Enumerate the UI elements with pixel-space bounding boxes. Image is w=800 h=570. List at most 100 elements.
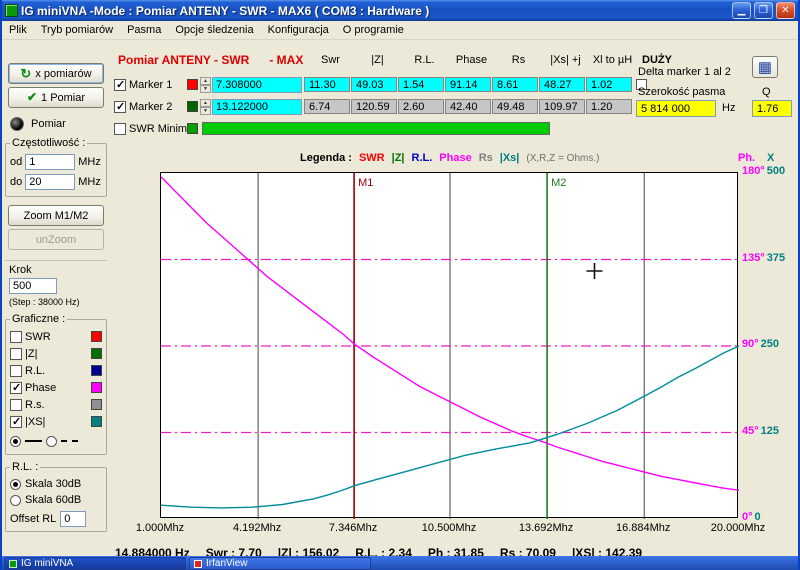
delta-calc-button[interactable]: ▦	[752, 56, 778, 78]
taskbar-item-igminivna[interactable]: IG miniVNA	[4, 557, 186, 570]
right-axis-x-header: X	[767, 152, 775, 164]
marker2-phase: 42.40	[445, 99, 491, 114]
zoom-m1-m2-button[interactable]: Zoom M1/M2	[8, 205, 104, 226]
status-z: |Z| : 156.02	[277, 546, 340, 556]
marker2-spinner[interactable]: ▲ ▼	[200, 98, 211, 115]
marker2-xs: 109.97	[539, 99, 585, 114]
legend-row: Legenda : SWR |Z| R.L. Phase Rs |Xs| (X,…	[110, 150, 798, 166]
cursor-crosshair	[586, 263, 603, 279]
rl-scale-60-option[interactable]: Skala 60dB	[10, 492, 102, 508]
xs-checkbox[interactable]	[10, 415, 22, 428]
minimize-button[interactable]: ▁	[732, 2, 751, 19]
solid-line-radio[interactable]	[10, 435, 21, 447]
x-axis-label: 20.000Mhz	[710, 522, 766, 534]
menu-tryb-pomiarow[interactable]: Tryb pomiarów	[34, 22, 120, 38]
step-input[interactable]	[9, 278, 57, 294]
led-knob-icon[interactable]	[10, 117, 24, 131]
freq-to-input[interactable]	[25, 174, 76, 190]
line-style-row	[10, 432, 102, 450]
right-axis-label: 180° 500	[742, 165, 786, 177]
graph-options-group: Graficzne : SWR |Z| R.L. ✓ Phase R.s. ✓ …	[5, 313, 107, 455]
plot-area[interactable]: M1 M2	[160, 172, 739, 519]
col-xl: Xl to µH	[592, 54, 633, 66]
legend-swr: SWR	[358, 152, 385, 164]
measure-label: Pomiar	[31, 118, 66, 130]
z-checkbox[interactable]	[10, 347, 22, 360]
graph-option-rs[interactable]: R.s.	[10, 396, 102, 413]
app-icon	[5, 4, 18, 17]
marker1-z: 49.03	[351, 77, 397, 92]
marker2-checkbox[interactable]	[114, 100, 126, 113]
menu-konfiguracja[interactable]: Konfiguracja	[261, 22, 336, 38]
swr-minimum-row: SWR Minimu	[114, 120, 550, 137]
marker-label-M1: M1	[358, 177, 373, 189]
marker1-row: Marker 1 ▲▼ 7.308000 11.30 49.03 1.54 91…	[114, 76, 650, 93]
marker2-frequency[interactable]: 13.122000	[212, 98, 302, 115]
close-button[interactable]: ✕	[776, 2, 795, 19]
freq-to-label: do	[10, 176, 23, 188]
marker1-label: Marker 1	[129, 78, 173, 91]
phase-checkbox[interactable]	[10, 381, 22, 394]
freq-from-input[interactable]	[25, 154, 76, 170]
legend-phase: Phase	[439, 152, 472, 164]
status-swr: Swr : 7.70	[205, 546, 262, 556]
menu-o-programie[interactable]: O programie	[336, 22, 411, 38]
marker1-swr: 11.30	[304, 77, 350, 92]
content-area: Pomiar ANTENY - SWR - MAX Swr |Z| R.L. P…	[110, 40, 798, 556]
marker1-spinner[interactable]: ▲ ▼	[200, 76, 211, 93]
swr-checkbox[interactable]	[10, 330, 22, 343]
rs-checkbox[interactable]	[10, 398, 22, 411]
scale-30db-radio[interactable]	[10, 478, 21, 490]
multi-measure-button[interactable]: ↻ x pomiarów	[8, 63, 104, 84]
dashed-line-radio[interactable]	[46, 435, 57, 447]
swr-minimum-checkbox[interactable]	[114, 122, 126, 135]
spin-up-icon[interactable]: ▲	[200, 98, 211, 107]
freq-from-label: od	[10, 156, 23, 168]
menu-opcje-sledzenia[interactable]: Opcje śledzenia	[168, 22, 260, 38]
menubar: Plik Tryb pomiarów Pasma Opcje śledzenia…	[2, 21, 798, 40]
rl-scale-30-option[interactable]: Skala 30dB	[10, 476, 102, 492]
status-rs: Rs : 70.09	[499, 546, 556, 556]
marker1-xs: 48.27	[539, 77, 585, 92]
z-color-swatch	[91, 348, 102, 359]
rl-checkbox[interactable]	[10, 364, 22, 377]
spin-up-icon[interactable]: ▲	[200, 76, 211, 85]
x-axis-label: 1.000Mhz	[135, 522, 185, 534]
menu-plik[interactable]: Plik	[2, 22, 34, 38]
single-measure-button[interactable]: ✔ 1 Pomiar	[8, 87, 104, 108]
bandwidth-unit: Hz	[722, 102, 736, 114]
marker2-z: 120.59	[351, 99, 397, 114]
graph-option-swr[interactable]: SWR	[10, 328, 102, 345]
marker1-checkbox[interactable]	[114, 78, 126, 91]
maximize-button[interactable]: ❐	[754, 2, 773, 19]
marker1-frequency[interactable]: 7.308000	[212, 76, 302, 93]
graph-option-z[interactable]: |Z|	[10, 345, 102, 362]
spin-down-icon[interactable]: ▼	[200, 84, 211, 93]
delta-marker-panel: Delta marker 1 al 2 ▦ Szerokość pasma Q …	[630, 40, 798, 150]
right-axis-label: 90° 250	[742, 338, 779, 350]
graph-option-xs[interactable]: |XS|	[10, 413, 102, 430]
spin-down-icon[interactable]: ▼	[200, 106, 211, 115]
legend-ohms-note: (X,R,Z = Ohms.)	[526, 152, 600, 164]
scale-60db-radio[interactable]	[10, 494, 21, 506]
swr-minimum-color-swatch	[187, 123, 198, 134]
offset-rl-row: Offset RL	[10, 511, 102, 527]
menu-pasma[interactable]: Pasma	[120, 22, 168, 38]
graph-option-phase[interactable]: Phase	[10, 379, 102, 396]
graph-option-rl[interactable]: R.L.	[10, 362, 102, 379]
dashed-line-icon	[61, 440, 78, 442]
graph-group-title: Graficzne :	[10, 313, 68, 325]
rl-scale-group: R.L. : Skala 30dB Skala 60dB Offset RL	[5, 461, 107, 532]
marker2-row: Marker 2 ▲▼ 13.122000 6.74 120.59 2.60 4…	[114, 98, 650, 115]
irfanview-task-icon	[194, 559, 202, 568]
titlebar[interactable]: IG miniVNA -Mode : Pomiar ANTENY - SWR -…	[2, 0, 798, 21]
window-title: IG miniVNA -Mode : Pomiar ANTENY - SWR -…	[21, 3, 430, 18]
x-axis-label: 4.192Mhz	[232, 522, 282, 534]
q-value: 1.76	[752, 100, 792, 117]
frequency-group: Częstotliwość : od MHz do MHz	[5, 137, 107, 197]
col-rl: R.L.	[414, 54, 435, 66]
right-axis-phase-header: Ph.	[738, 152, 756, 164]
unzoom-button: unZoom	[8, 229, 104, 250]
taskbar-item-irfanview[interactable]: IrfanView	[189, 557, 371, 570]
offset-rl-input[interactable]	[60, 511, 87, 527]
